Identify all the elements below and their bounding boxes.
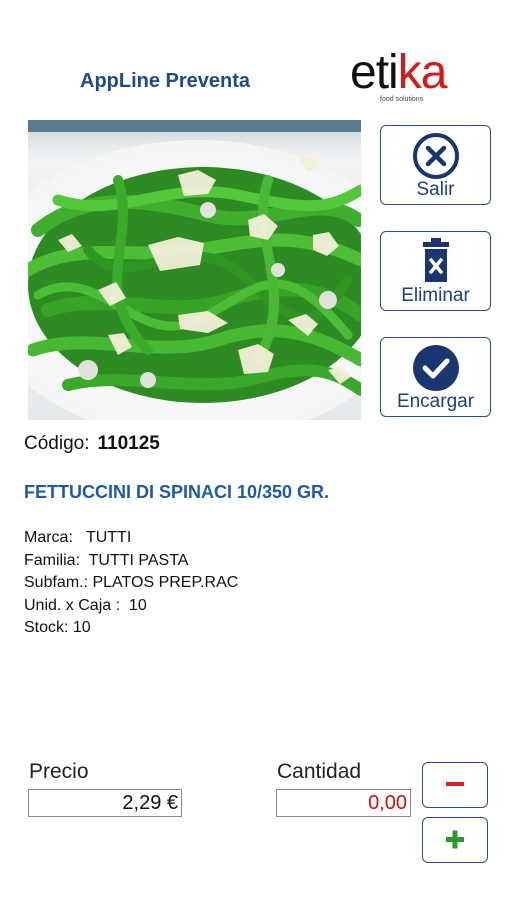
decrement-button[interactable] <box>422 762 488 808</box>
product-stock: Stock: 10 <box>24 619 91 636</box>
product-photo <box>28 120 361 420</box>
logo-tagline: food solutions <box>380 96 424 103</box>
order-button[interactable]: Encargar <box>380 337 491 417</box>
quantity-field[interactable]: 0,00 <box>276 789 411 817</box>
product-subfamily: Subfam.: PLATOS PREP.RAC <box>24 574 239 591</box>
product-brand: Marca: TUTTI <box>24 529 132 546</box>
product-code-value: 110125 <box>97 433 160 454</box>
price-field[interactable]: 2,29 € <box>28 789 182 817</box>
exit-button[interactable]: Salir <box>380 125 491 205</box>
plus-icon <box>446 830 464 849</box>
product-code-row: Código: 110125 <box>24 433 160 455</box>
logo-wordmark: etika <box>350 46 447 99</box>
delete-button[interactable]: Eliminar <box>380 231 491 311</box>
price-label: Precio <box>29 760 89 783</box>
minus-icon <box>446 782 464 786</box>
trash-icon <box>422 238 449 282</box>
brand-logo: etika food solutions <box>350 48 470 110</box>
product-units-per-box: Unid. x Caja : 10 <box>24 596 147 614</box>
product-name: FETTUCCINI DI SPINACI 10/350 GR. <box>24 482 330 502</box>
close-circle-icon <box>412 133 459 179</box>
increment-button[interactable] <box>422 817 488 863</box>
product-code-label: Código: <box>24 433 90 454</box>
order-button-label: Encargar <box>396 391 475 412</box>
exit-button-label: Salir <box>416 179 455 200</box>
quantity-label: Cantidad <box>277 760 362 783</box>
product-family: Familia: TUTTI PASTA <box>24 551 189 569</box>
product-details: Marca: TUTTI Familia: TUTTI PASTA Subfam… <box>24 527 238 640</box>
check-circle-icon <box>412 345 459 391</box>
app-title: AppLine Preventa <box>80 70 251 92</box>
delete-button-label: Eliminar <box>401 285 470 306</box>
